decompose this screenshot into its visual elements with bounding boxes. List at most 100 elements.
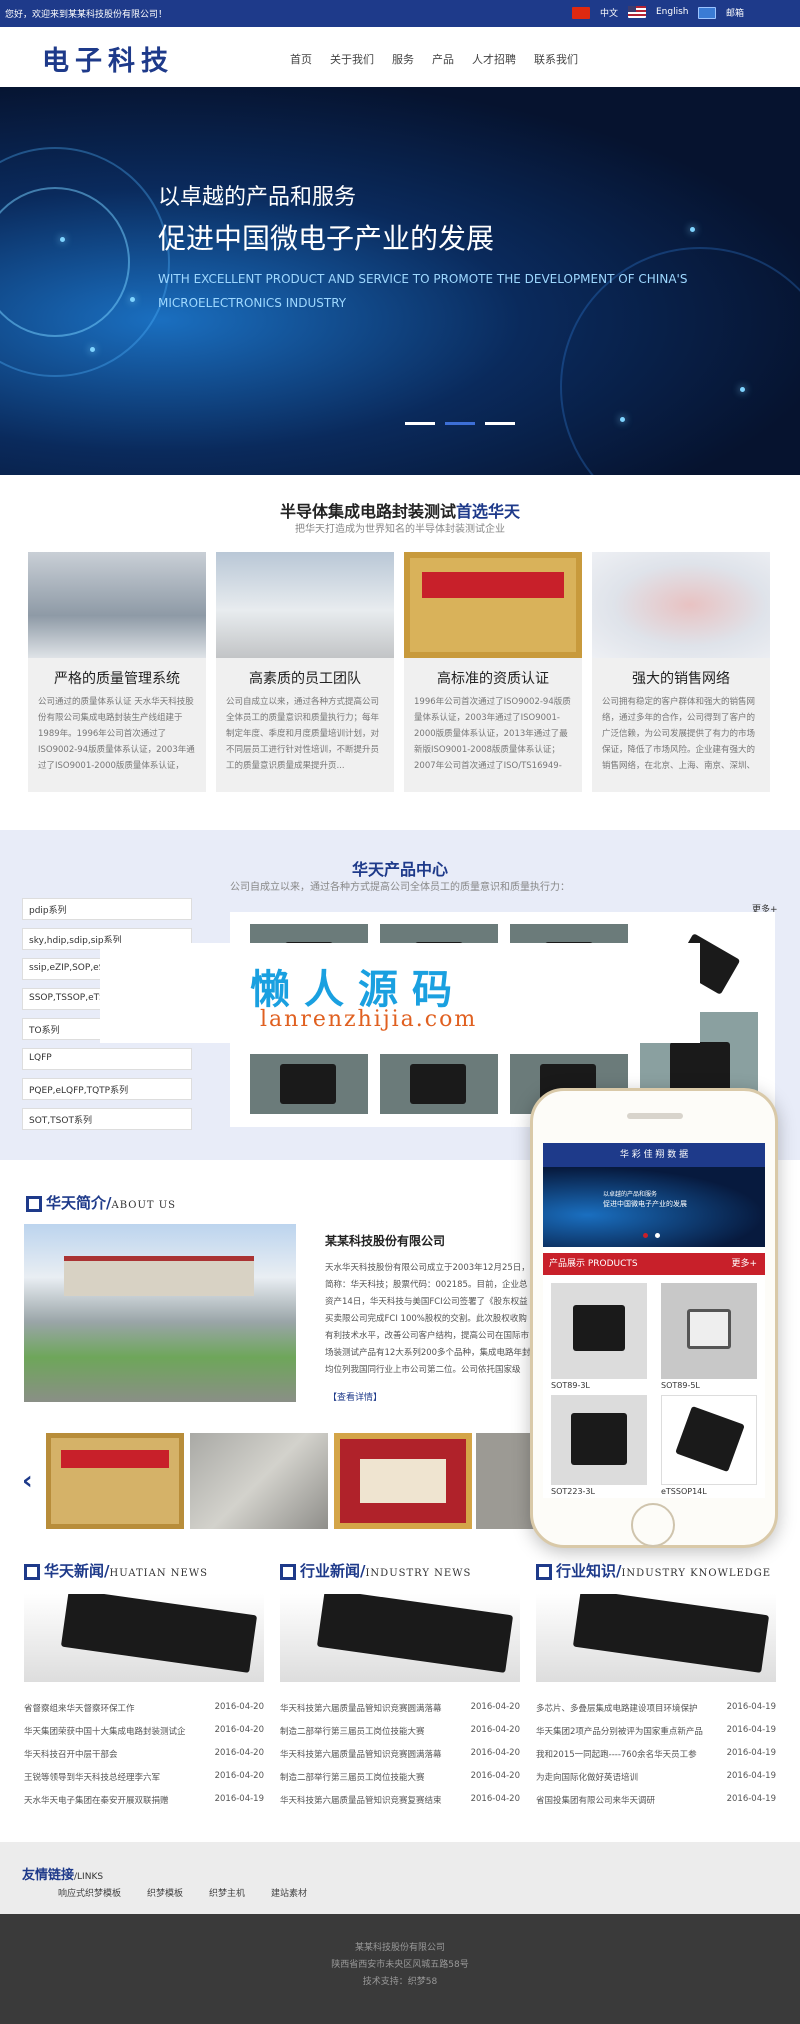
friend-links: 友情链接/LINKS 响应式织梦模板 织梦模板 织梦主机 建站素材 xyxy=(0,1842,800,1914)
nav-services[interactable]: 服务 xyxy=(392,51,414,67)
link-item[interactable]: 响应式织梦模板 xyxy=(58,1886,121,1899)
mail-label: 邮箱 xyxy=(726,9,745,19)
link-item[interactable]: 织梦模板 xyxy=(147,1886,183,1899)
phone-banner-text-1: 以卓越的产品和服务 xyxy=(603,1191,658,1198)
lang-cn-label: 中文 xyxy=(600,9,619,19)
phone-slide-dot[interactable] xyxy=(655,1233,660,1238)
news-row[interactable]: 为走向国际化做好英语培训 2016-04-19 xyxy=(536,1771,776,1794)
phone-product-label: SOT89-3L xyxy=(551,1381,590,1390)
phone-more-link[interactable]: 更多+ xyxy=(731,1253,757,1275)
feature-title: 强大的销售网络 xyxy=(632,671,730,687)
phone-product-label: SOT223-3L xyxy=(551,1487,595,1496)
feature-image-factory xyxy=(28,552,206,658)
phone-product-label: eTSSOP14L xyxy=(661,1487,707,1496)
news-row[interactable]: 我和2015一同起跑----760余名华天员工参 2016-04-19 xyxy=(536,1748,776,1771)
about-company-name: 某某科技股份有限公司 xyxy=(325,1234,446,1248)
category-item[interactable]: PQEP,eLQFP,TQTP系列 xyxy=(22,1078,192,1100)
feature-desc: 公司拥有稳定的客户群体和强大的销售网络，通过多年的合作，公司得到了客户的广泛信赖… xyxy=(602,697,756,771)
about-more-link[interactable]: 【查看详情】 xyxy=(328,1390,382,1403)
banner-light-dot xyxy=(690,227,695,232)
nav-products[interactable]: 产品 xyxy=(432,51,454,67)
phone-screen: 华 彩 佳 翔 数 据 以卓越的产品和服务 促进中国微电子产业的发展 产品展示 … xyxy=(543,1143,765,1498)
nav-about[interactable]: 关于我们 xyxy=(330,51,374,67)
lang-en-label: English xyxy=(656,7,689,17)
nav-contact[interactable]: 联系我们 xyxy=(534,51,578,67)
building-shape xyxy=(64,1256,254,1296)
footer-address: 陕西省西安市未央区风城五路58号 xyxy=(331,1960,469,1970)
news-row[interactable]: 华天集团荣获中国十大集成电路封装测试企 2016-04-20 xyxy=(24,1725,264,1748)
phone-product-title: 产品展示 PRODUCTS xyxy=(549,1259,638,1269)
news-image xyxy=(536,1594,776,1682)
china-flag-icon xyxy=(572,6,590,19)
feature-card-team[interactable]: 高素质的员工团队 公司自成立以来，通过各种方式提高公司全体员工的质量意识和质量执… xyxy=(216,552,394,792)
news-section-icon xyxy=(536,1563,552,1580)
news-title: 行业知识/INDUSTRY KNOWLEDGE xyxy=(536,1560,798,1581)
certificate-thumb[interactable] xyxy=(46,1433,184,1529)
news-row[interactable]: 华天科技第六届质量品管知识竞赛圆满落幕 2016-04-20 xyxy=(280,1748,520,1771)
mail-link[interactable]: 邮箱 xyxy=(698,6,744,19)
slide-dot-3[interactable] xyxy=(485,422,515,425)
banner-english: WITH EXCELLENT PRODUCT AND SERVICE TO PR… xyxy=(158,272,688,310)
product-thumb[interactable] xyxy=(380,1054,498,1114)
news-section-icon xyxy=(24,1563,40,1580)
news-list: 省督察组来华天督察环保工作 2016-04-20 华天集团荣获中国十大集成电路封装… xyxy=(24,1702,264,1817)
news-row[interactable]: 制造二部举行第三届员工岗位技能大赛 2016-04-20 xyxy=(280,1771,520,1794)
products-title: 华天产品中心 xyxy=(351,860,448,879)
slide-dot-2[interactable] xyxy=(445,422,475,425)
phone-product-thumb[interactable] xyxy=(661,1283,757,1379)
feature-card-quality[interactable]: 严格的质量管理系统 公司通过的质量体系认证 天水华天科技股份有限公司集成电路封装… xyxy=(28,552,206,792)
news-section-icon xyxy=(280,1563,296,1580)
lang-cn-link[interactable]: 中文 xyxy=(572,6,618,19)
phone-product-thumb[interactable] xyxy=(551,1395,647,1485)
products-subtitle: 公司自成立以来，通过各种方式提高公司全体员工的质量意识和质量执行力： xyxy=(230,882,570,893)
slide-dot-1[interactable] xyxy=(405,422,435,425)
mail-icon xyxy=(698,6,716,19)
phone-header: 华 彩 佳 翔 数 据 xyxy=(543,1143,765,1167)
news-row[interactable]: 省国投集团有限公司来华天调研 2016-04-19 xyxy=(536,1794,776,1817)
feature-card-sales[interactable]: 强大的销售网络 公司拥有稳定的客户群体和强大的销售网络，通过多年的合作，公司得到… xyxy=(592,552,770,792)
news-row[interactable]: 华天科技第六届质量品管知识竞赛圆满落幕 2016-04-20 xyxy=(280,1702,520,1725)
nav-home[interactable]: 首页 xyxy=(290,51,312,67)
news-row[interactable]: 王锐等领导到华天科技总经理李六军 2016-04-20 xyxy=(24,1771,264,1794)
news-row[interactable]: 华天集团2项产品分别被评为国家重点新产品 2016-04-19 xyxy=(536,1725,776,1748)
link-item[interactable]: 织梦主机 xyxy=(209,1886,245,1899)
phone-product-thumb[interactable] xyxy=(551,1283,647,1379)
feature-image-team xyxy=(216,552,394,658)
news-row[interactable]: 华天科技召开中层干部会 2016-04-20 xyxy=(24,1748,264,1771)
news-row[interactable]: 华天科技第六届质量品管知识竞赛复赛结束 2016-04-20 xyxy=(280,1794,520,1817)
hero-banner: 以卓越的产品和服务 促进中国微电子产业的发展 WITH EXCELLENT PR… xyxy=(0,87,800,475)
link-item[interactable]: 建站素材 xyxy=(271,1886,307,1899)
certificate-thumb[interactable] xyxy=(476,1433,536,1529)
news-row[interactable]: 多芯片、多叠层集成电路建设项目环境保护 2016-04-19 xyxy=(536,1702,776,1725)
certificate-banner xyxy=(422,572,564,598)
feature-card-certification[interactable]: 高标准的资质认证 1996年公司首次通过了ISO9002-94版质量体系认证，2… xyxy=(404,552,582,792)
certificate-thumb[interactable] xyxy=(190,1433,328,1529)
news-list: 多芯片、多叠层集成电路建设项目环境保护 2016-04-19 华天集团2项产品分别… xyxy=(536,1702,776,1817)
news-row[interactable]: 省督察组来华天督察环保工作 2016-04-20 xyxy=(24,1702,264,1725)
banner-light-dot xyxy=(130,297,135,302)
footer: 某某科技股份有限公司 陕西省西安市未央区风城五路58号 技术支持：织梦58 xyxy=(0,1914,800,2024)
certificate-thumb[interactable] xyxy=(334,1433,472,1529)
category-item[interactable]: pdip系列 xyxy=(22,898,192,920)
footer-support[interactable]: 技术支持：织梦58 xyxy=(0,1974,800,1991)
lang-en-link[interactable]: English xyxy=(628,6,689,18)
banner-light-dot xyxy=(740,387,745,392)
news-row[interactable]: 制造二部举行第三届员工岗位技能大赛 2016-04-20 xyxy=(280,1725,520,1748)
feature-desc: 公司通过的质量体系认证 天水华天科技股份有限公司集成电路封装生产线组建于1989… xyxy=(38,697,195,771)
header: 电子科技 首页 关于我们 服务 产品 人才招聘 联系我们 xyxy=(0,27,800,87)
banner-light-dot xyxy=(90,347,95,352)
about-title: 华天简介/ABOUT US xyxy=(26,1192,176,1213)
product-thumb[interactable] xyxy=(250,1054,368,1114)
phone-product-thumb[interactable] xyxy=(661,1395,757,1485)
nav-careers[interactable]: 人才招聘 xyxy=(472,51,516,67)
watermark-overlay: 懒人源码 lanrenzhijia.com xyxy=(100,943,700,1043)
site-logo[interactable]: 电子科技 xyxy=(42,39,174,78)
phone-banner: 以卓越的产品和服务 促进中国微电子产业的发展 xyxy=(543,1167,765,1247)
news-row[interactable]: 天水华天电子集团在秦安开展双联捐赠 2016-04-19 xyxy=(24,1794,264,1817)
phone-slide-dot[interactable] xyxy=(643,1233,648,1238)
carousel-prev-icon[interactable]: ‹ xyxy=(22,1466,33,1496)
category-item[interactable]: SOT,TSOT系列 xyxy=(22,1108,192,1130)
category-item[interactable]: LQFP xyxy=(22,1048,192,1070)
feature-title: 高素质的员工团队 xyxy=(249,671,361,687)
main-nav: 首页 关于我们 服务 产品 人才招聘 联系我们 xyxy=(290,51,578,67)
